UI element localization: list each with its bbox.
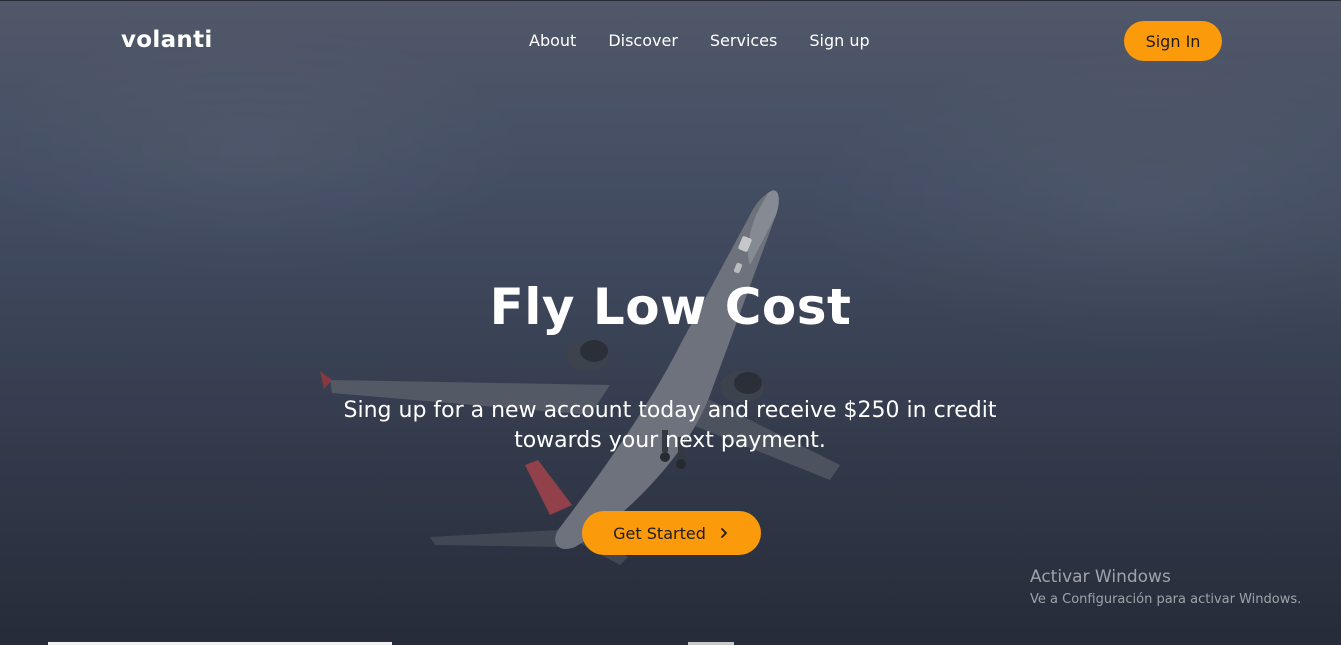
top-navigation: volanti About Discover Services Sign up … (0, 0, 1341, 82)
nav-item-services: Services (710, 31, 777, 50)
brand-logo[interactable]: volanti (121, 27, 213, 53)
windows-activation-watermark: Activar Windows Ve a Configuración para … (1030, 567, 1301, 607)
hero-section: volanti About Discover Services Sign up … (0, 0, 1341, 645)
nav-link-signup[interactable]: Sign up (809, 31, 869, 50)
nav-link-services[interactable]: Services (710, 31, 777, 50)
get-started-button[interactable]: Get Started (582, 511, 761, 555)
watermark-title: Activar Windows (1030, 567, 1171, 587)
nav-link-about[interactable]: About (529, 31, 576, 50)
nav-item-discover: Discover (608, 31, 678, 50)
nav-menu: About Discover Services Sign up (529, 31, 870, 50)
hero-subtitle: Sing up for a new account today and rece… (343, 398, 997, 453)
chevron-right-icon (720, 528, 727, 538)
hero-title: Fly Low Cost (489, 278, 852, 336)
nav-link-discover[interactable]: Discover (608, 31, 678, 50)
get-started-label: Get Started (613, 523, 706, 543)
sign-in-button[interactable]: Sign In (1124, 21, 1222, 61)
watermark-subtitle: Ve a Configuración para activar Windows. (1030, 592, 1302, 607)
nav-item-signup: Sign up (809, 31, 869, 50)
nav-item-about: About (529, 31, 576, 50)
